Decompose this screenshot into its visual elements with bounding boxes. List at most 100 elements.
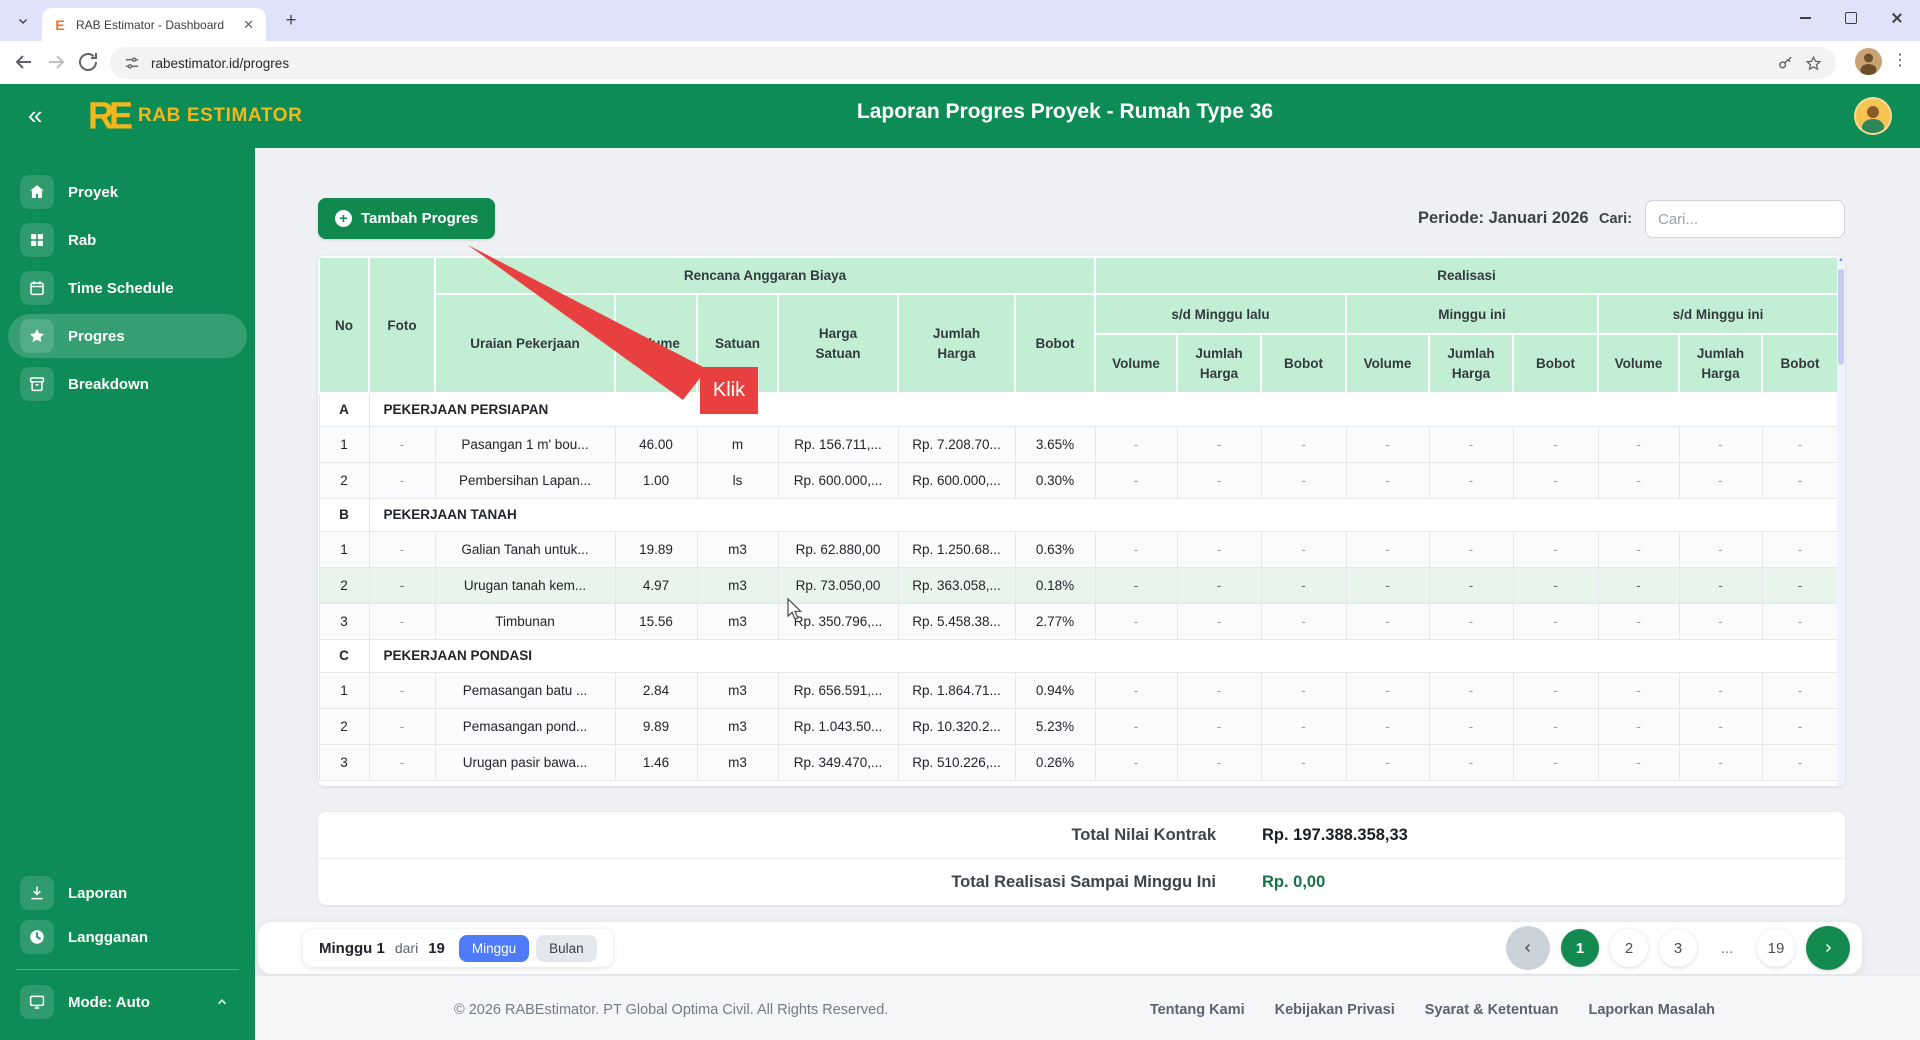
toggle-minggu[interactable]: Minggu xyxy=(458,934,530,962)
monitor-icon xyxy=(20,985,54,1019)
sidebar-item-rab[interactable]: Rab xyxy=(8,218,247,262)
col-no: No xyxy=(318,256,370,394)
scrollbar-up-arrow[interactable]: ▲ xyxy=(1837,257,1845,263)
site-settings-icon[interactable] xyxy=(124,55,140,71)
password-key-icon[interactable] xyxy=(1777,55,1794,72)
item-row[interactable]: 3- Urugan pasir bawa... 1.46 m3 Rp. 349.470,… xyxy=(318,743,1839,781)
pagination-bar: Minggu 1 dari 19 Minggu Bulan 1 2 3... 19 xyxy=(258,922,1862,974)
favicon: E xyxy=(55,16,65,33)
browser-tab[interactable]: E RAB Estimator - Dashboard ✕ xyxy=(42,8,266,41)
url-text: rabestimator.id/progres xyxy=(151,55,290,71)
screen: E RAB Estimator - Dashboard ✕ + rabestim… xyxy=(0,0,1920,1040)
star-icon xyxy=(20,319,54,353)
browser-tab-strip: E RAB Estimator - Dashboard ✕ + xyxy=(0,0,1920,41)
address-bar[interactable]: rabestimator.id/progres xyxy=(110,47,1836,79)
col-r-bobot: Bobot xyxy=(1760,333,1840,394)
logo-text: RAB ESTIMATOR xyxy=(138,105,303,126)
footer-link-kebijakan-privasi[interactable]: Kebijakan Privasi xyxy=(1275,1002,1395,1018)
footer-link-syarat-ketentuan[interactable]: Syarat & Ketentuan xyxy=(1425,1002,1559,1018)
group-rab: Rencana Anggaran Biaya xyxy=(434,256,1096,295)
sidebar-divider xyxy=(16,969,239,970)
footer-link-tentang-kami[interactable]: Tentang Kami xyxy=(1150,1002,1245,1018)
section-row[interactable]: C PEKERJAAN PONDASI xyxy=(318,638,1839,673)
page-button-1[interactable]: 1 xyxy=(1561,929,1599,967)
week-counter: Minggu 1 xyxy=(319,939,385,957)
col-bobot: Bobot xyxy=(1014,293,1096,394)
section-row[interactable]: A PEKERJAAN PERSIAPAN xyxy=(318,392,1839,427)
download-icon xyxy=(20,876,54,910)
sidebar-item-mode[interactable]: Mode: Auto xyxy=(8,980,247,1024)
tab-search-icon[interactable] xyxy=(10,8,36,34)
forward-icon[interactable] xyxy=(44,50,68,74)
col-r-jumlah-harga: Jumlah Harga xyxy=(1428,333,1514,394)
logo-mark: RE xyxy=(88,93,133,137)
sidebar-item-label: Mode: Auto xyxy=(68,993,150,1011)
box-icon xyxy=(20,367,54,401)
plus-icon: + xyxy=(335,210,352,227)
sidebar-collapse-icon[interactable]: « xyxy=(28,99,42,131)
item-row[interactable]: 3- Timbunan 15.56 m3 Rp. 350.796,... Rp. 5.45… xyxy=(318,602,1839,640)
main-content: + Tambah Progres Periode: Januari 2026 C… xyxy=(255,148,1920,1040)
sidebar-item-laporan[interactable]: Laporan xyxy=(8,871,247,915)
item-row[interactable]: 1- Galian Tanah untuk... 19.89 m3 Rp. 62.880… xyxy=(318,530,1839,568)
week-selector-card: Minggu 1 dari 19 Minggu Bulan xyxy=(303,929,613,967)
item-row[interactable]: 2- Urugan tanah kem... 4.97 m3 Rp. 73.050,00… xyxy=(318,566,1839,604)
col-volume: Volume xyxy=(614,293,698,394)
col-r-jumlah-harga: Jumlah Harga xyxy=(1678,333,1763,394)
sidebar-item-langganan[interactable]: Langganan xyxy=(8,915,247,959)
sidebar-item-proyek[interactable]: Proyek xyxy=(8,170,247,214)
col-r-jumlah-harga: Jumlah Harga xyxy=(1176,333,1262,394)
prev-page-button[interactable] xyxy=(1506,926,1550,970)
col-r-volume: Volume xyxy=(1094,333,1178,394)
group-realisasi: Realisasi xyxy=(1093,256,1840,295)
copyright-text: © 2026 RABEstimator. PT Global Optima Ci… xyxy=(454,1002,889,1018)
total-kontrak-value: Rp. 197.388.358,33 xyxy=(1262,825,1408,844)
user-avatar[interactable] xyxy=(1854,97,1892,135)
progress-table: No Foto Rencana Anggaran Biaya Realisasi… xyxy=(318,256,1840,781)
back-icon[interactable] xyxy=(12,50,36,74)
browser-profile-avatar[interactable] xyxy=(1855,48,1882,75)
search-input[interactable] xyxy=(1645,200,1845,238)
sidebar-item-breakdown[interactable]: Breakdown xyxy=(8,362,247,406)
pagination-pages: 1 2 3... 19 xyxy=(1506,926,1850,970)
item-row[interactable]: 2- Pemasangan pond... 9.89 m3 Rp. 1.043.50..… xyxy=(318,707,1839,745)
app-header: « RE RAB ESTIMATOR Laporan Progres Proye… xyxy=(0,84,1920,148)
search-label: Cari: xyxy=(1599,211,1633,227)
page-title: Laporan Progres Proyek - Rumah Type 36 xyxy=(856,100,1274,123)
scrollbar-thumb[interactable] xyxy=(1838,269,1844,365)
item-row[interactable]: 2- Pembersihan Lapan... 1.00 ls Rp. 600.000,… xyxy=(318,461,1839,499)
col-r-bobot: Bobot xyxy=(1512,333,1599,394)
page-button-3[interactable]: 3 xyxy=(1659,929,1697,967)
total-realisasi-row: Total Realisasi Sampai Minggu Ini Rp. 0,… xyxy=(318,858,1845,905)
browser-menu-icon[interactable]: ⋮ xyxy=(1892,50,1908,70)
item-row[interactable]: 1- Pasangan 1 m' bou... 46.00 m Rp. 156.711,… xyxy=(318,425,1839,463)
total-realisasi-value: Rp. 0,00 xyxy=(1262,872,1326,891)
sidebar-item-time-schedule[interactable]: Time Schedule xyxy=(8,266,247,310)
section-row[interactable]: B PEKERJAAN TANAH xyxy=(318,497,1839,532)
periode-label: Periode: Januari 2026 xyxy=(1418,209,1589,227)
grid-icon xyxy=(20,223,54,257)
sidebar-bottom-items: Laporan Langganan xyxy=(8,871,247,959)
item-row[interactable]: 1- Pemasangan batu ... 2.84 m3 Rp. 656.591,.… xyxy=(318,671,1839,709)
home-icon xyxy=(20,175,54,209)
page-button-2[interactable]: 2 xyxy=(1610,929,1648,967)
sidebar-item-progres[interactable]: Progres xyxy=(8,314,247,358)
toggle-bulan[interactable]: Bulan xyxy=(536,934,597,962)
col-harga-satuan: Harga Satuan xyxy=(777,293,899,394)
maximize-button[interactable] xyxy=(1828,0,1874,36)
footer: © 2026 RABEstimator. PT Global Optima Ci… xyxy=(255,975,1920,1040)
bookmark-star-icon[interactable] xyxy=(1805,55,1822,72)
calendar-icon xyxy=(20,271,54,305)
reload-icon[interactable] xyxy=(76,50,100,74)
minimize-button[interactable] xyxy=(1782,0,1828,36)
new-tab-button[interactable]: + xyxy=(278,8,304,34)
close-button[interactable] xyxy=(1874,0,1920,36)
page-button-19[interactable]: 19 xyxy=(1757,929,1795,967)
tambah-progres-button[interactable]: + Tambah Progres xyxy=(318,198,496,239)
total-kontrak-row: Total Nilai Kontrak Rp. 197.388.358,33 xyxy=(318,812,1845,858)
col-r-bobot: Bobot xyxy=(1260,333,1347,394)
next-page-button[interactable] xyxy=(1806,926,1850,970)
tab-close-icon[interactable]: ✕ xyxy=(241,17,256,33)
table-scrollbar[interactable]: ▲ xyxy=(1837,256,1845,786)
footer-link-laporkan-masalah[interactable]: Laporkan Masalah xyxy=(1588,1002,1715,1018)
